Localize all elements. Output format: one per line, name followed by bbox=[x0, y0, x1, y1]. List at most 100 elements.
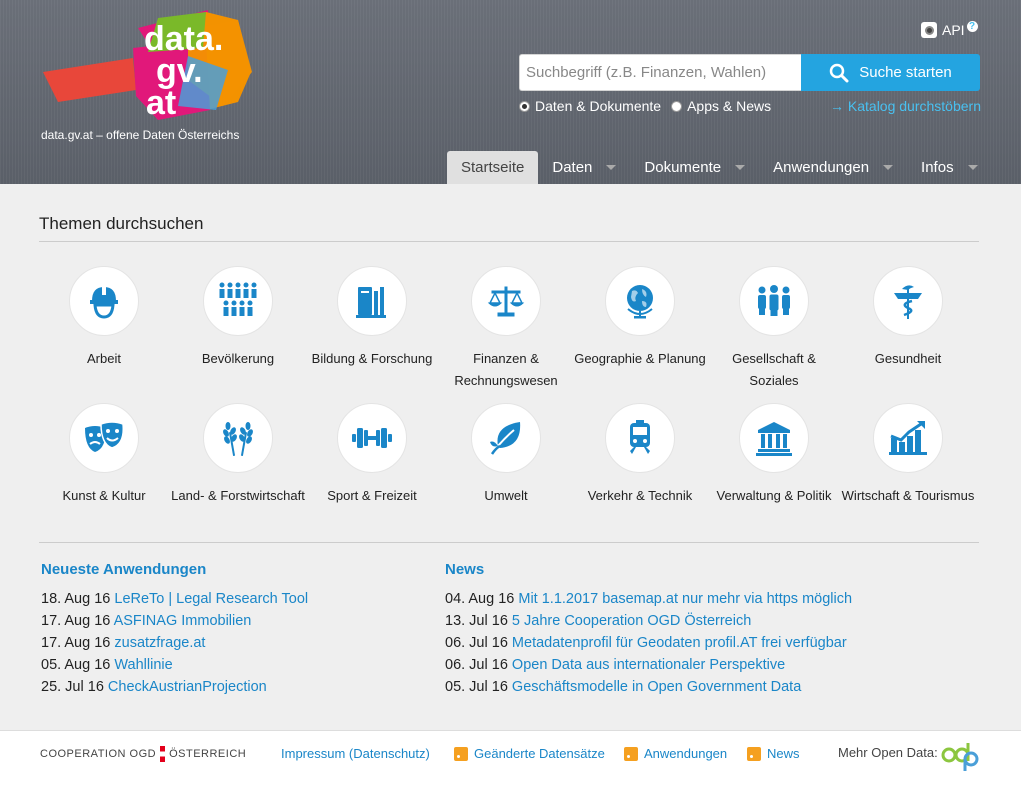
chart-growth-icon bbox=[889, 421, 927, 455]
topic-bevoelkerung[interactable]: Bevölkerung bbox=[171, 266, 305, 403]
feed-label: Geänderte Datensätze bbox=[474, 746, 605, 761]
item-link[interactable]: Wahllinie bbox=[114, 657, 172, 673]
globe-icon bbox=[627, 285, 653, 319]
topics-title: Themen durchsuchen bbox=[39, 214, 204, 233]
nav-anwendungen[interactable]: Anwendungen bbox=[759, 151, 907, 184]
api-link[interactable]: API ? bbox=[921, 20, 978, 38]
search-button[interactable]: Suche starten bbox=[801, 54, 980, 91]
leaf-icon bbox=[490, 422, 521, 455]
rss-icon bbox=[454, 746, 468, 761]
feed-label: News bbox=[767, 746, 800, 761]
topic-verkehr[interactable]: Verkehr & Technik bbox=[573, 403, 707, 540]
odp-logo-icon[interactable] bbox=[940, 739, 980, 773]
item-date: 06. Jul 16 bbox=[445, 657, 508, 673]
news-list: 04. Aug 16 Mit 1.1.2017 basemap.at nur m… bbox=[445, 588, 852, 698]
radio-off-icon bbox=[671, 100, 683, 112]
coop-text-left: COOPERATION OGD bbox=[40, 748, 157, 760]
nav-startseite[interactable]: Startseite bbox=[447, 151, 539, 184]
rss-icon bbox=[747, 746, 761, 761]
topic-label: Geographie & Planung bbox=[574, 351, 706, 366]
topic-circle bbox=[471, 266, 541, 336]
coop-text-right: ÖSTERREICH bbox=[169, 748, 247, 760]
item-link[interactable]: Metadatenprofil für Geodaten profil.AT f… bbox=[512, 635, 847, 651]
topic-land[interactable]: Land- & Forstwirtschaft bbox=[171, 403, 305, 540]
topic-circle bbox=[605, 403, 675, 473]
rss-icon bbox=[624, 746, 638, 761]
search-button-label: Suche starten bbox=[859, 64, 952, 81]
wheat-icon bbox=[223, 422, 253, 456]
austria-flag-icon bbox=[160, 746, 166, 762]
feed-news-link[interactable]: News bbox=[747, 746, 800, 761]
topic-label: Finanzen & Rechnungswesen bbox=[454, 351, 558, 388]
item-link[interactable]: 5 Jahre Cooperation OGD Österreich bbox=[512, 613, 751, 629]
topic-geographie[interactable]: Geographie & Planung bbox=[573, 266, 707, 403]
news-title[interactable]: News bbox=[445, 561, 484, 578]
people-group-icon bbox=[758, 285, 790, 316]
nav-dokumente[interactable]: Dokumente bbox=[630, 151, 759, 184]
topic-verwaltung[interactable]: Verwaltung & Politik bbox=[707, 403, 841, 540]
topic-umwelt[interactable]: Umwelt bbox=[439, 403, 573, 540]
topic-label: Gesundheit bbox=[874, 351, 942, 366]
feed-label: Anwendungen bbox=[644, 746, 728, 761]
topic-gesellschaft[interactable]: Gesellschaft & Soziales bbox=[707, 266, 841, 403]
topic-gesundheit[interactable]: Gesundheit bbox=[841, 266, 975, 403]
tagline: data.gv.at – offene Daten Österreichs bbox=[41, 128, 240, 142]
item-link[interactable]: CheckAustrianProjection bbox=[108, 679, 267, 695]
topic-label: Umwelt bbox=[484, 488, 528, 503]
nav-infos[interactable]: Infos bbox=[907, 151, 992, 184]
list-item: 17. Aug 16 zusatzfrage.at bbox=[41, 632, 308, 654]
impressum-link[interactable]: Impressum (Datenschutz) bbox=[281, 746, 430, 761]
apps-title[interactable]: Neueste Anwendungen bbox=[41, 561, 206, 578]
feed-datasets-link[interactable]: Geänderte Datensätze bbox=[454, 746, 605, 761]
list-item: 18. Aug 16 LeReTo | Legal Research Tool bbox=[41, 588, 308, 610]
item-date: 18. Aug 16 bbox=[41, 591, 111, 607]
topic-label: Arbeit bbox=[87, 351, 121, 366]
list-item: 04. Aug 16 Mit 1.1.2017 basemap.at nur m… bbox=[445, 588, 852, 610]
topics-grid: Arbeit Bevölkerung Bildung & Forschung F… bbox=[37, 266, 977, 540]
help-icon[interactable]: ? bbox=[966, 20, 978, 32]
logo-text-3: at bbox=[146, 84, 176, 122]
main-nav: Startseite Daten Dokumente Anwendungen I… bbox=[447, 151, 992, 184]
logo[interactable]: data. gv. at bbox=[38, 10, 253, 122]
topic-circle bbox=[203, 403, 273, 473]
nav-label: Anwendungen bbox=[773, 159, 870, 176]
topic-label: Kunst & Kultur bbox=[62, 488, 146, 503]
topic-wirtschaft[interactable]: Wirtschaft & Tourismus bbox=[841, 403, 975, 540]
cooperation-logo[interactable]: COOPERATION OGD ÖSTERREICH bbox=[40, 746, 246, 762]
nav-daten[interactable]: Daten bbox=[538, 151, 630, 184]
topic-circle bbox=[471, 403, 541, 473]
search-input[interactable]: Suchbegriff (z.B. Finanzen, Wahlen) bbox=[519, 54, 801, 91]
item-link[interactable]: LeReTo | Legal Research Tool bbox=[114, 591, 308, 607]
item-link[interactable]: zusatzfrage.at bbox=[114, 635, 205, 651]
item-link[interactable]: ASFINAG Immobilien bbox=[114, 613, 252, 629]
radio-data-documents[interactable]: Daten & Dokumente bbox=[519, 98, 661, 114]
population-icon bbox=[219, 282, 257, 316]
topic-circle bbox=[605, 266, 675, 336]
topic-circle bbox=[69, 266, 139, 336]
site-footer: COOPERATION OGD ÖSTERREICH Impressum (Da… bbox=[0, 730, 1021, 812]
item-link[interactable]: Geschäftsmodelle in Open Government Data bbox=[512, 679, 801, 695]
list-item: 13. Jul 16 5 Jahre Cooperation OGD Öster… bbox=[445, 610, 852, 632]
list-item: 06. Jul 16 Open Data aus internationaler… bbox=[445, 654, 852, 676]
theater-masks-icon bbox=[85, 421, 125, 452]
item-date: 06. Jul 16 bbox=[445, 635, 508, 651]
topic-label: Verkehr & Technik bbox=[587, 488, 693, 503]
train-icon bbox=[630, 420, 650, 454]
topic-circle bbox=[873, 266, 943, 336]
topic-bildung[interactable]: Bildung & Forschung bbox=[305, 266, 439, 403]
topic-label: Gesellschaft & Soziales bbox=[732, 351, 816, 388]
feed-apps-link[interactable]: Anwendungen bbox=[624, 746, 727, 761]
list-item: 06. Jul 16 Metadatenprofil für Geodaten … bbox=[445, 632, 852, 654]
topic-arbeit[interactable]: Arbeit bbox=[37, 266, 171, 403]
radio-apps-news[interactable]: Apps & News bbox=[671, 98, 771, 114]
catalog-link[interactable]: → Katalog durchstöbern bbox=[830, 98, 981, 114]
item-link[interactable]: Open Data aus internationaler Perspektiv… bbox=[512, 657, 785, 673]
item-link[interactable]: Mit 1.1.2017 basemap.at nur mehr via htt… bbox=[518, 591, 852, 607]
topic-circle bbox=[337, 403, 407, 473]
topic-sport[interactable]: Sport & Freizeit bbox=[305, 403, 439, 540]
chevron-down-icon bbox=[606, 165, 617, 170]
list-item: 05. Aug 16 Wahllinie bbox=[41, 654, 308, 676]
topic-finanzen[interactable]: Finanzen & Rechnungswesen bbox=[439, 266, 573, 403]
topic-kunst[interactable]: Kunst & Kultur bbox=[37, 403, 171, 540]
datenschutz-link[interactable]: (Datenschutz) bbox=[349, 746, 430, 761]
